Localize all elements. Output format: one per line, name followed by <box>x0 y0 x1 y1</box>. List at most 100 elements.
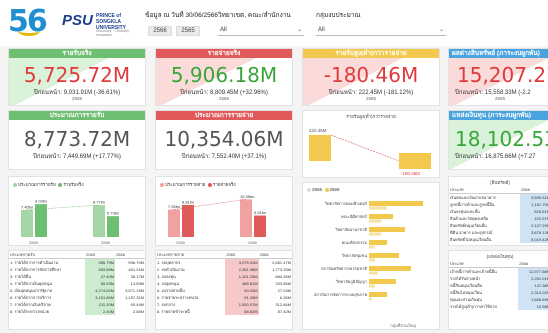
category-label: สถาบันทรัพยากรธรรมชาติ <box>321 266 367 271</box>
bar-2566-1[interactable] <box>107 216 119 237</box>
dept-bar[interactable] <box>369 201 423 206</box>
bar-2565-1[interactable] <box>182 204 194 237</box>
table-cell: สินค้าและวัสดุคงเหลือ <box>450 216 489 221</box>
table-row[interactable]: หนี้สินไม่หมุนเวียน 2,313.02M <box>449 289 548 296</box>
kpi-card-estimated-expense[interactable]: ประมาณการรายจ่าย 10,354.06M ปีก่อนหน้า: … <box>155 110 293 170</box>
table-row[interactable]: เงินลงทุนระยะสั้น 828.61M <box>449 208 548 215</box>
bar-value-label: 7.55bn <box>168 204 180 209</box>
table-row[interactable]: 6. รายได้จากการบริการ 3,151.86M 1,157.31M <box>9 294 145 301</box>
kpi-card-estimated-income[interactable]: ประมาณการรายรับ 8,773.72M ปีก่อนหน้า: 7,… <box>8 110 146 170</box>
kpi-value: -180.46M <box>323 63 419 87</box>
table-cell: 1,773.33M <box>272 267 291 272</box>
dept-bar-secondary[interactable] <box>369 232 381 236</box>
table-row[interactable]: 2. งบดำเนินงาน 2,361.98M 1,773.33M <box>156 266 292 273</box>
kpi-card-assets[interactable]: ผลต่างสินทรัพย์ (ภาระงบผูกพัน) 15,207.27… <box>448 48 548 106</box>
dept-bar-secondary[interactable] <box>369 219 381 223</box>
table-row[interactable]: เงินสดและเงินฝากธนาคาร 5,559.51M <box>449 193 548 201</box>
year-to-input[interactable]: 2565 <box>176 26 200 36</box>
dept-bar-secondary[interactable] <box>369 245 375 249</box>
table-row[interactable]: ที่ดิน อาคาร และอุปกรณ์ 3,876.13M <box>449 229 548 236</box>
bar-2565-0[interactable] <box>21 209 33 237</box>
dept-bar-secondary[interactable] <box>369 284 375 288</box>
dept-bar[interactable] <box>369 266 411 271</box>
bar-2566-0[interactable] <box>93 205 105 237</box>
kpi-card-actual-income[interactable]: รายรับจริง 5,725.72M ปีก่อนหน้า: 9,031.9… <box>8 48 146 106</box>
table-cell: 10.98M <box>518 303 548 310</box>
table-row[interactable]: หนี้สินหมุนเวียนอื่น 147.38M <box>449 282 548 289</box>
table-row[interactable]: 5. เงินอุดหนุนจากรัฐบาล 4,274.62M 3,571.19… <box>9 287 145 294</box>
fund-dropdown[interactable]: All ⌄ <box>316 26 446 36</box>
dept-bar-secondary[interactable] <box>369 258 375 262</box>
table-row[interactable]: 1. รายได้จากการดำเนินงาน 985.79M 596.79M <box>9 258 145 266</box>
table-cell: 4,274.62M <box>85 287 116 294</box>
surplus-waterfall-chart[interactable]: รายรับสูง(ต่ำ)กว่ารายจ่าย 222.45M -180.4… <box>302 110 440 178</box>
column-header[interactable]: 2566 <box>518 260 548 268</box>
table-row[interactable]: 8. รายจ่ายชำระหนี้ 88.82M 87.42M <box>156 308 292 315</box>
column-header[interactable]: ประเภทรายรับ <box>9 251 86 259</box>
faculty-dropdown[interactable]: All ⌄ <box>218 26 304 36</box>
table-cell: 1. รายได้จากการดำเนินงาน <box>10 260 59 265</box>
dept-bar[interactable] <box>369 253 399 258</box>
department-bar-chart[interactable]: 2565 2566 วิทยาลัยการคอมพิวเตอร์ คณะนิติศ… <box>302 182 440 330</box>
table-row[interactable]: 3. งบลงทุน 1,101.25M 684.26M <box>156 273 292 280</box>
table-cell: 2,681.47M <box>272 260 291 265</box>
table-row[interactable]: 7. รายได้จากเงินบริจาค 211.20M 90.44M <box>9 301 145 308</box>
dept-bar[interactable] <box>369 240 387 245</box>
table-row[interactable]: 5. งบรายจ่ายอื่น 50.33M 27.04M <box>156 287 292 294</box>
expense-comparison-chart[interactable]: ประมาณการรายจ่าย รายจ่ายจริง 7.55bn 8.81b… <box>155 176 293 246</box>
kpi-year: 2565 <box>365 96 376 101</box>
bar-2566-1[interactable] <box>254 215 266 237</box>
table-row[interactable]: 4. งบอุดหนุน 486.81M 333.55M <box>156 280 292 287</box>
kpi-card-actual-expense[interactable]: รายจ่ายจริง 5,906.18M ปีก่อนหน้า: 8,809.… <box>155 48 293 106</box>
table-row[interactable]: 2. รายได้จากการจัดการศึกษา 583.58M 461.24M <box>9 266 145 273</box>
table-row[interactable]: 8. รายได้ระหว่างหน่วย 2.40M 2.58M <box>9 308 145 315</box>
table-cell: 6.26M <box>279 295 291 300</box>
column-header[interactable]: 2565 <box>85 251 116 259</box>
bar-value-label: 10.35bn <box>240 194 254 199</box>
column-header[interactable]: 2565 <box>225 251 259 259</box>
table-row[interactable]: ลูกหนี้การค้าและลูกหนี้อื่น 1,181.70M <box>449 201 548 208</box>
table-row[interactable]: สินทรัพย์หมุนเวียนอื่น 2,127.25M <box>449 222 548 229</box>
waterfall-end-label: -180.46M <box>401 171 420 176</box>
kpi-card-funding[interactable]: แหล่งเงินทุน (ภาระงบผูกพัน) 18,102.53M ป… <box>448 110 548 170</box>
dept-bar[interactable] <box>369 227 405 232</box>
table-row[interactable]: 1. งบบุคลากร 3,075.91M 2,681.47M <box>156 258 292 266</box>
column-header[interactable]: 2566 <box>519 186 548 194</box>
bar-2566-0[interactable] <box>240 199 252 237</box>
table-row[interactable]: 4. รายได้จากเงินอุดหนุน 85.53M 13.59M <box>9 280 145 287</box>
table-cell: 87.42M <box>277 309 291 314</box>
table-row[interactable]: รายได้สูง(ต่ำ)กว่าค่าใช้จ่าย 10.98M <box>449 303 548 310</box>
table-cell: 985.79M <box>85 258 116 266</box>
dept-bar[interactable] <box>369 279 396 284</box>
table-row[interactable]: สินค้าและวัสดุคงเหลือ 420.97M <box>449 215 548 222</box>
income-comparison-chart[interactable]: ประมาณการรายรับ รายรับจริง 7.45bn 9.03bn 2… <box>8 176 146 246</box>
kpi-title: ผลต่างสินทรัพย์ (ภาระงบผูกพัน) <box>449 49 548 58</box>
column-header[interactable]: 2566 <box>115 251 145 259</box>
kpi-value: 15,207.27 <box>457 63 548 87</box>
header-bar: 56 PSU PRINCE of SONGKLA UNIVERSITY Disc… <box>0 0 548 46</box>
year-from-input[interactable]: 2566 <box>148 26 172 36</box>
dept-bar[interactable] <box>369 292 387 297</box>
column-header[interactable]: ประเภทรายจ่าย <box>156 251 226 259</box>
table-row[interactable]: ทุนและส่วนเกินทุน 1,665.69M <box>449 296 548 303</box>
table-cell: 4. งบอุดหนุน <box>157 281 180 286</box>
table-row[interactable]: รายได้รับล่วงหน้า 2,281.01M <box>449 275 548 282</box>
table-row[interactable]: 6. รายจ่ายระหว่างหน่วย 91.28M 6.26M <box>156 294 292 301</box>
column-header[interactable]: ประเภท <box>449 260 519 268</box>
dept-bar-secondary[interactable] <box>369 297 372 301</box>
table-cell: 91.28M <box>225 294 259 301</box>
column-header[interactable]: ประเภท <box>449 186 520 194</box>
column-header[interactable]: 2566 <box>258 251 292 259</box>
table-row[interactable]: เจ้าหนี้การค้าและเจ้าหนี้อื่น 12,577.68M <box>449 267 548 275</box>
kpi-card-surplus[interactable]: รายรับสูง(ต่ำ)กว่ารายจ่าย -180.46M ปีก่อ… <box>302 48 440 106</box>
table-row[interactable]: 7. งบกลาง 1,553.07M 312.84M <box>156 301 292 308</box>
bar-2565-0[interactable] <box>168 209 180 237</box>
table-cell: 2. รายได้จากการจัดการศึกษา <box>10 267 62 272</box>
dept-bar-secondary[interactable] <box>369 271 378 275</box>
dept-bar-secondary[interactable] <box>369 206 387 210</box>
dept-bar[interactable] <box>369 214 393 219</box>
chevron-down-icon: ⌄ <box>438 27 444 33</box>
table-cell: 4. รายได้จากเงินอุดหนุน <box>10 281 52 286</box>
table-row[interactable]: 3. รายได้อื่น 47.40M 38.17M <box>9 273 145 280</box>
table-row[interactable]: สินทรัพย์ไม่หมุนเวียนอื่น 5,019.42M <box>449 236 548 243</box>
